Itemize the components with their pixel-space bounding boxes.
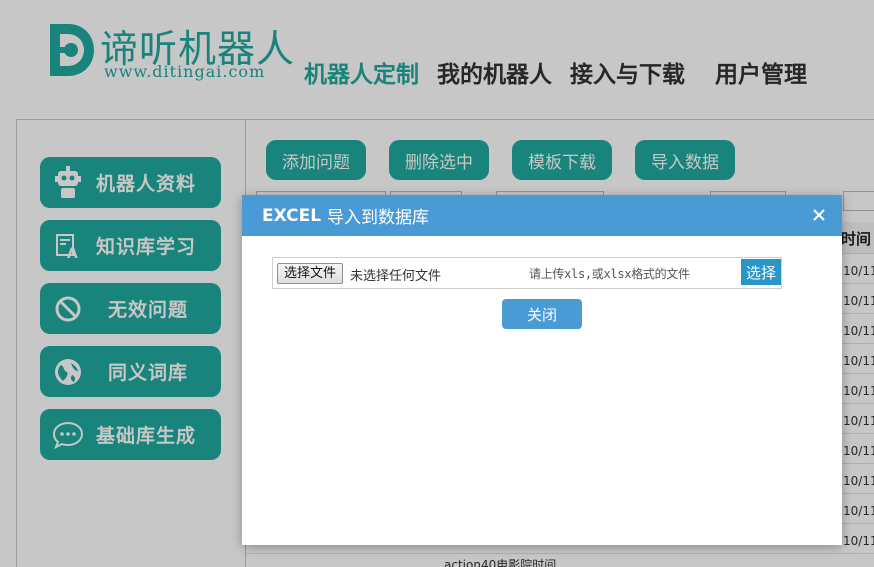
close-button[interactable]: 关闭 [502, 299, 582, 329]
close-icon[interactable] [810, 206, 828, 224]
file-status-text: 未选择任何文件 [350, 269, 442, 284]
dialog-title-prefix: EXCEL [262, 205, 322, 226]
file-upload-row: 选择文件 未选择任何文件 请上传xls,或xlsx格式的文件 选择 [272, 257, 782, 289]
import-excel-dialog: EXCEL 导入到数据库 选择文件 未选择任何文件 请上传xls,或xlsx格式… [242, 195, 842, 545]
choose-file-button[interactable]: 选择文件 [277, 263, 344, 284]
select-button[interactable]: 选择 [741, 259, 781, 285]
dialog-title: 导入到数据库 [327, 208, 430, 228]
dialog-header: EXCEL 导入到数据库 [242, 195, 842, 236]
file-format-hint: 请上传xls,或xlsx格式的文件 [529, 267, 690, 281]
